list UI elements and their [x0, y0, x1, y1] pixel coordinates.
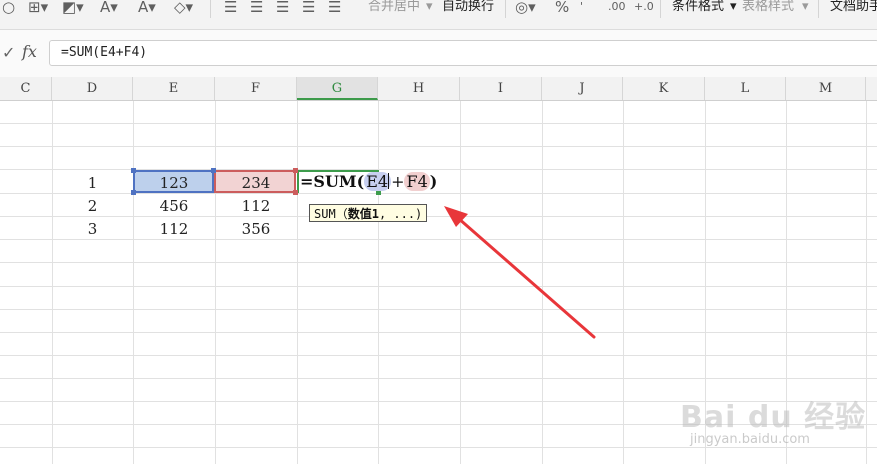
- watermark-logo: Bai du 经验: [680, 400, 867, 435]
- watermark-url: jingyan.baidu.com: [690, 432, 810, 447]
- baidu-watermark: Bai du 经验 jingyan.baidu.com: [680, 380, 870, 455]
- arrow-shaft: [456, 216, 596, 339]
